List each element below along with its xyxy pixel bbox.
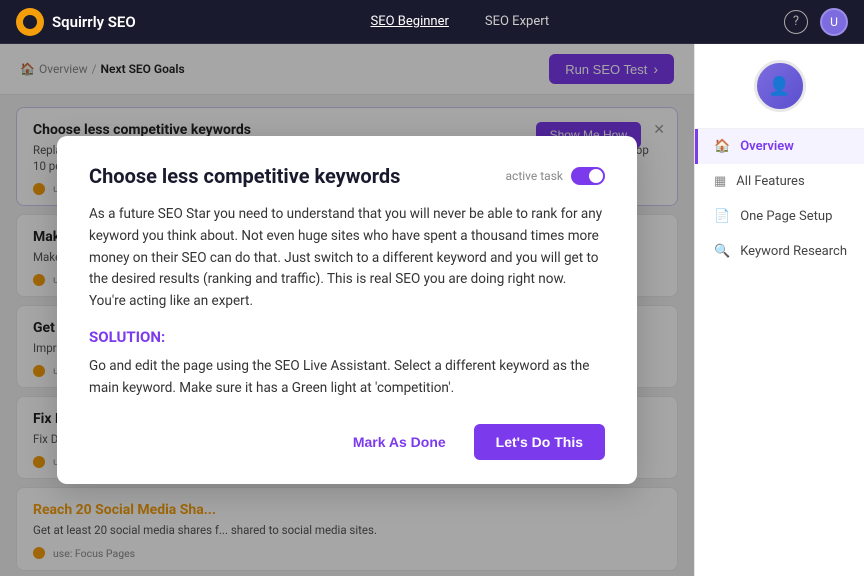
lets-do-button[interactable]: Let's Do This	[474, 424, 605, 460]
navbar-center: SEO Beginner SEO Expert	[363, 10, 558, 33]
modal-solution-text: Go and edit the page using the SEO Live …	[89, 356, 605, 399]
sidebar-item-one-page-setup[interactable]: 📄 One Page Setup	[695, 199, 864, 234]
navbar: Squirrly SEO SEO Beginner SEO Expert ? U	[0, 0, 864, 44]
sidebar: 👤 🏠 Overview ▦ All Features 📄 One Page S…	[694, 44, 864, 576]
sidebar-label-overview: Overview	[740, 139, 794, 154]
modal-solution-label: SOLUTION:	[89, 328, 605, 346]
logo-inner	[23, 15, 37, 29]
navbar-right: ? U	[784, 8, 848, 36]
app-title: Squirrly SEO	[52, 13, 136, 31]
sidebar-nav: 🏠 Overview ▦ All Features 📄 One Page Set…	[695, 129, 864, 576]
modal-footer: Mark As Done Let's Do This	[89, 424, 605, 460]
sidebar-label-keyword-research: Keyword Research	[740, 244, 847, 259]
modal-active-task: active task	[506, 167, 605, 185]
mark-done-button[interactable]: Mark As Done	[337, 426, 462, 458]
sidebar-avatar-area: 👤	[695, 44, 864, 129]
navbar-left: Squirrly SEO	[16, 8, 136, 36]
grid-icon: ▦	[714, 174, 726, 189]
active-task-toggle[interactable]	[571, 167, 605, 185]
search-icon: 🔍	[714, 244, 730, 259]
sidebar-avatar[interactable]: 👤	[754, 60, 806, 112]
nav-seo-beginner[interactable]: SEO Beginner	[363, 10, 457, 33]
modal-overlay[interactable]: Choose less competitive keywords active …	[0, 44, 694, 576]
sidebar-label-all-features: All Features	[736, 174, 804, 189]
page-icon: 📄	[714, 209, 730, 224]
content-area: 🏠 Overview / Next SEO Goals Run SEO Test…	[0, 44, 694, 576]
help-button[interactable]: ?	[784, 10, 808, 34]
toggle-knob	[589, 169, 603, 183]
modal-title: Choose less competitive keywords	[89, 164, 400, 188]
logo-icon	[16, 8, 44, 36]
sidebar-item-all-features[interactable]: ▦ All Features	[695, 164, 864, 199]
home-icon: 🏠	[714, 139, 730, 154]
modal-body: As a future SEO Star you need to underst…	[89, 204, 605, 312]
main-layout: 🏠 Overview / Next SEO Goals Run SEO Test…	[0, 44, 864, 576]
sidebar-item-overview[interactable]: 🏠 Overview	[695, 129, 864, 164]
modal-header: Choose less competitive keywords active …	[89, 164, 605, 188]
avatar[interactable]: U	[820, 8, 848, 36]
active-task-label: active task	[506, 169, 563, 183]
sidebar-item-keyword-research[interactable]: 🔍 Keyword Research	[695, 234, 864, 269]
nav-seo-expert[interactable]: SEO Expert	[477, 10, 557, 33]
sidebar-label-one-page-setup: One Page Setup	[740, 209, 832, 224]
modal: Choose less competitive keywords active …	[57, 136, 637, 483]
